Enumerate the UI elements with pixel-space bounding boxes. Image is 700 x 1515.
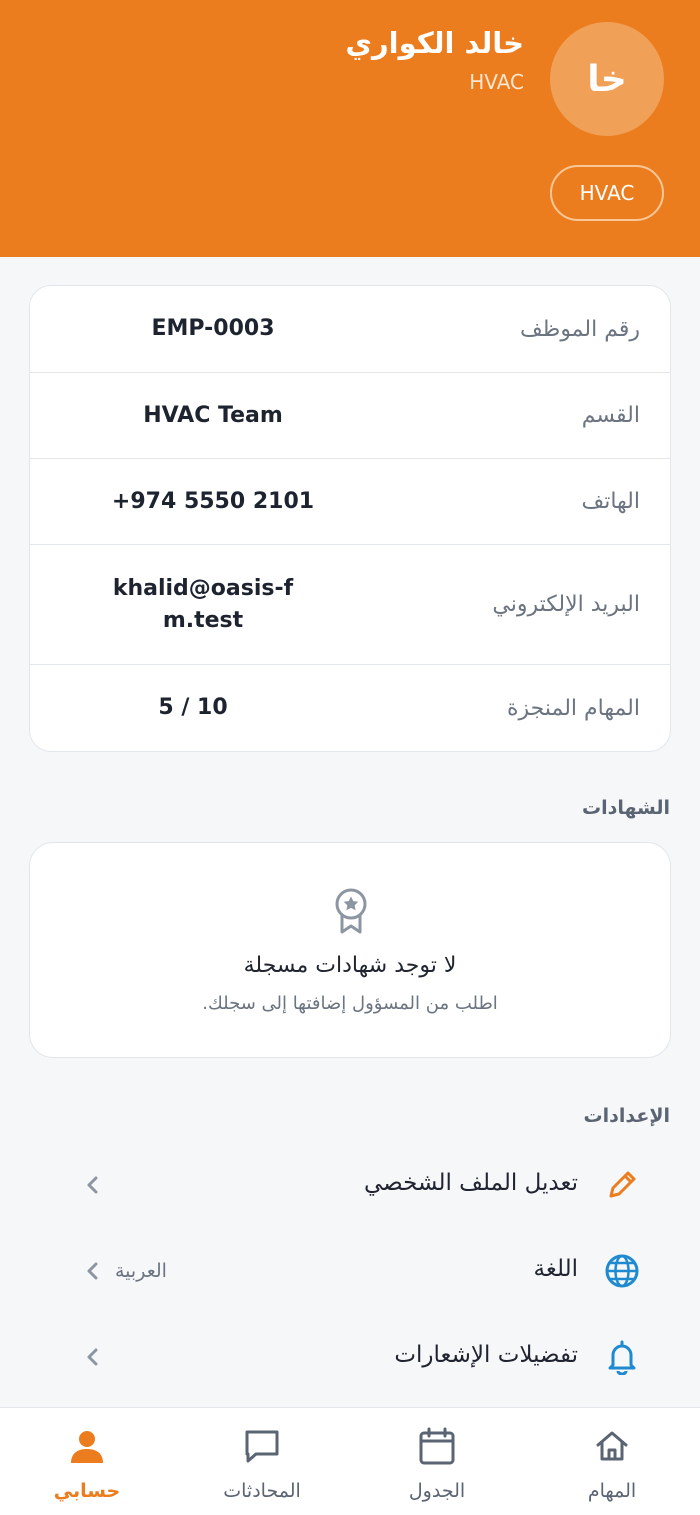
avatar: خا xyxy=(550,22,664,136)
chevron-left-icon xyxy=(87,1348,98,1366)
settings-edit-profile[interactable]: تعديل الملف الشخصي xyxy=(60,1150,650,1220)
profile-header: خا خالد الكواري HVAC HVAC xyxy=(0,0,700,257)
nav-tab-account[interactable]: حسابي xyxy=(27,1408,147,1515)
employee-info-card: رقم الموظف EMP-0003 القسم HVAC Team الها… xyxy=(29,285,671,752)
avatar-initials: خا xyxy=(587,58,627,100)
trade-chip: HVAC xyxy=(550,165,664,221)
info-label: البريد الإلكتروني xyxy=(492,592,640,617)
info-label: القسم xyxy=(581,403,640,428)
info-row-department: القسم HVAC Team xyxy=(30,373,670,459)
setting-label: تفضيلات الإشعارات xyxy=(394,1342,578,1368)
certificates-empty-card: لا توجد شهادات مسجلة اطلب من المسؤول إضا… xyxy=(29,842,671,1058)
nav-label: المهام xyxy=(587,1480,637,1502)
chevron-left-icon xyxy=(87,1262,98,1280)
info-value: 5 / 10 xyxy=(158,695,228,720)
chat-icon xyxy=(245,1430,279,1463)
bottom-nav: المهام الجدول المحادثات حسابي xyxy=(0,1407,700,1515)
info-row-email: البريد الإلكتروني khalid@oasis-fm.test xyxy=(30,545,670,665)
language-value: العربية xyxy=(115,1260,167,1282)
settings-language[interactable]: اللغة العربية xyxy=(60,1236,650,1306)
info-value: +974 5550 2101 xyxy=(111,488,315,514)
certificates-empty-subtitle: اطلب من المسؤول إضافتها إلى سجلك. xyxy=(202,993,498,1014)
chevron-left-icon xyxy=(87,1176,98,1194)
info-row-completed-tasks: المهام المنجزة 5 / 10 xyxy=(30,665,670,751)
info-row-phone: الهاتف +974 5550 2101 xyxy=(30,459,670,545)
nav-tab-schedule[interactable]: الجدول xyxy=(377,1408,497,1515)
info-row-employee-id: رقم الموظف EMP-0003 xyxy=(30,286,670,373)
bell-icon xyxy=(608,1340,636,1375)
info-label: رقم الموظف xyxy=(520,316,640,342)
nav-label: المحادثات xyxy=(223,1480,301,1502)
info-value: EMP-0003 xyxy=(151,316,275,341)
info-label: الهاتف xyxy=(581,489,640,514)
settings-section-title: الإعدادات xyxy=(583,1105,670,1127)
info-label: المهام المنجزة xyxy=(506,695,640,721)
user-trade: HVAC xyxy=(469,70,524,94)
nav-label: حسابي xyxy=(53,1480,121,1502)
info-value: khalid@oasis-fm.test xyxy=(112,575,294,633)
globe-icon xyxy=(605,1254,639,1288)
certificates-section-title: الشهادات xyxy=(581,797,670,819)
certificates-empty-title: لا توجد شهادات مسجلة xyxy=(243,953,457,978)
settings-notification-preferences[interactable]: تفضيلات الإشعارات xyxy=(60,1322,650,1392)
info-value: HVAC Team xyxy=(143,402,283,428)
setting-label: تعديل الملف الشخصي xyxy=(363,1170,578,1196)
home-icon xyxy=(596,1431,628,1461)
setting-label: اللغة xyxy=(533,1256,578,1282)
nav-label: الجدول xyxy=(408,1480,466,1502)
user-icon xyxy=(71,1431,103,1463)
user-name: خالد الكواري xyxy=(345,26,524,60)
nav-tab-chats[interactable]: المحادثات xyxy=(202,1408,322,1515)
nav-tab-tasks[interactable]: المهام xyxy=(552,1408,672,1515)
pencil-icon xyxy=(609,1171,636,1198)
award-icon xyxy=(335,888,367,934)
calendar-icon xyxy=(419,1427,455,1465)
